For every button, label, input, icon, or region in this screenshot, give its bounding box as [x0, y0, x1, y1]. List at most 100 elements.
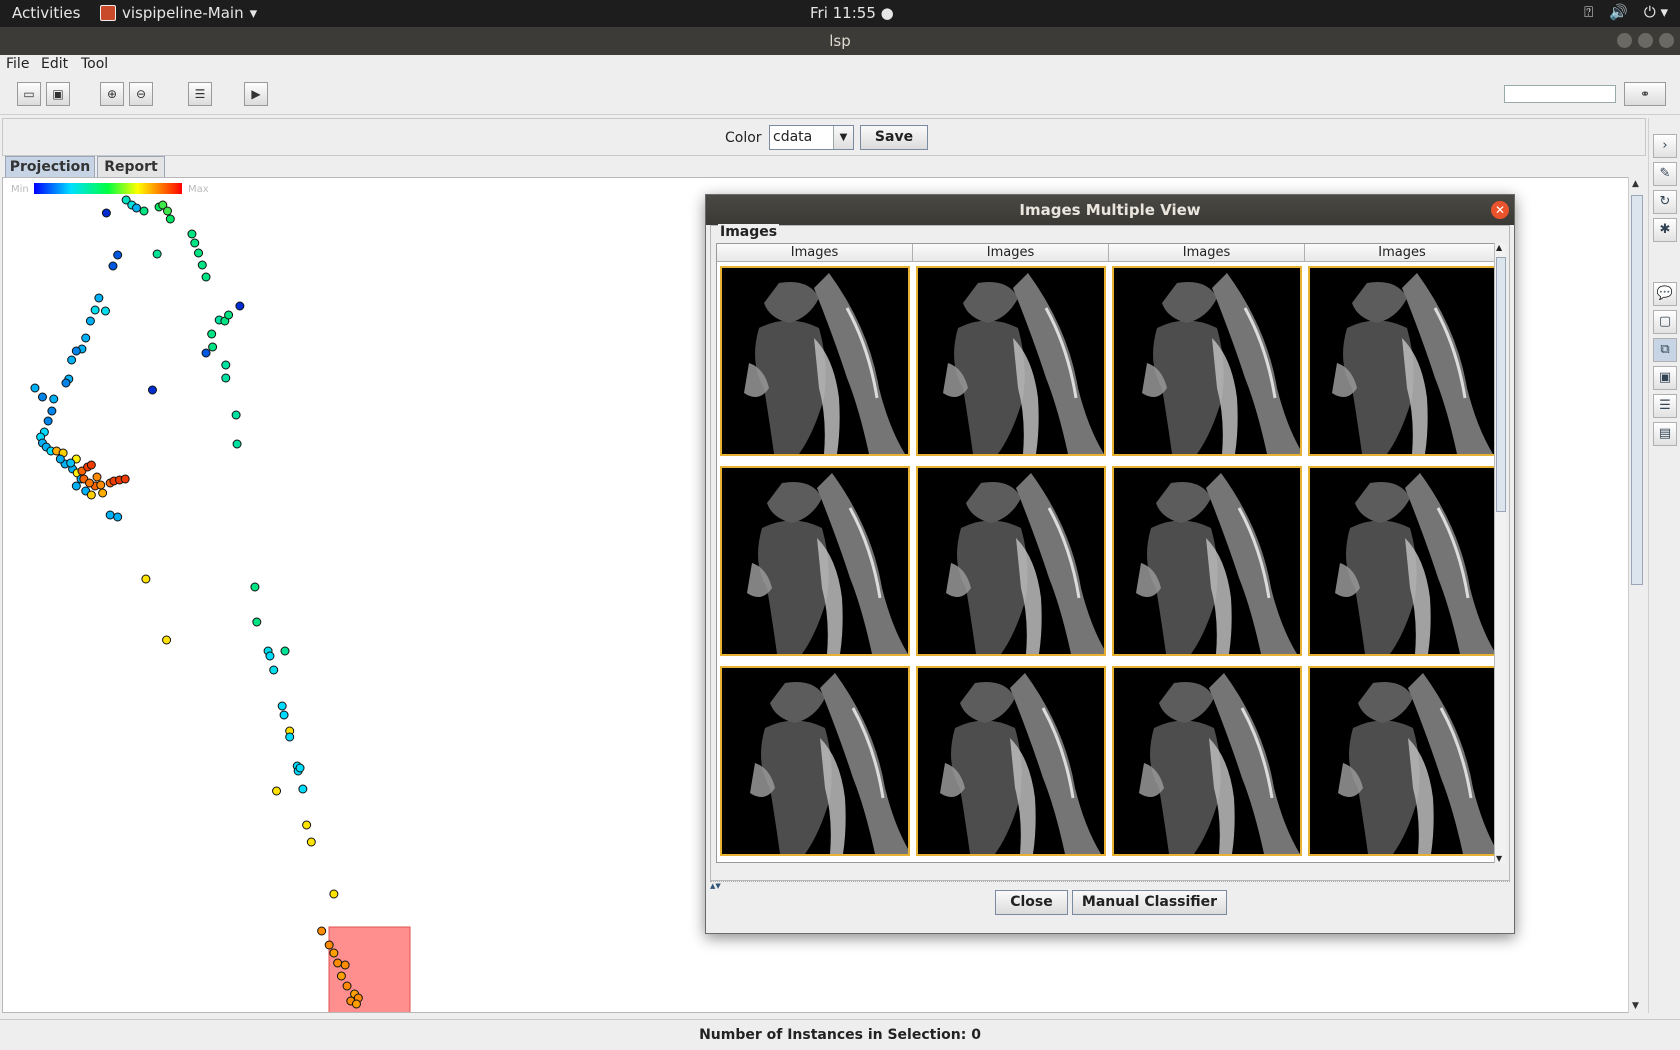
column-header[interactable]: Images	[1109, 244, 1305, 262]
close-window-button[interactable]	[1659, 33, 1674, 48]
data-point[interactable]	[92, 472, 102, 482]
data-point[interactable]	[221, 373, 231, 383]
data-point[interactable]	[37, 392, 47, 402]
data-point[interactable]	[340, 960, 350, 970]
scroll-up-icon[interactable]: ▲	[1632, 179, 1639, 189]
copy-icon[interactable]: ⧉	[1653, 338, 1677, 362]
tab-projection[interactable]: Projection	[5, 156, 95, 177]
data-point[interactable]	[279, 710, 289, 720]
data-point[interactable]	[163, 206, 172, 216]
image-cell[interactable]	[916, 466, 1106, 656]
data-point[interactable]	[272, 786, 282, 796]
data-point[interactable]	[232, 439, 242, 449]
data-point[interactable]	[71, 481, 81, 491]
image-cell[interactable]	[1112, 466, 1302, 656]
image-cell[interactable]	[1308, 266, 1498, 456]
data-point[interactable]	[147, 385, 157, 395]
image-cell[interactable]	[916, 266, 1106, 456]
data-point[interactable]	[108, 261, 118, 271]
column-header[interactable]: Images	[1305, 244, 1498, 262]
selection-rectangle[interactable]	[328, 926, 411, 1013]
image-cell[interactable]	[720, 666, 910, 856]
search-input[interactable]	[1504, 85, 1616, 103]
data-point[interactable]	[336, 971, 346, 981]
data-point[interactable]	[302, 820, 312, 830]
data-point[interactable]	[55, 454, 65, 464]
frame-icon[interactable]: ▢	[1653, 310, 1677, 334]
data-point[interactable]	[269, 665, 279, 675]
zoom-in-icon[interactable]: ⊕	[100, 82, 124, 106]
data-point[interactable]	[98, 488, 108, 498]
comment-icon[interactable]: 💬	[1653, 282, 1677, 306]
data-point[interactable]	[197, 260, 207, 270]
data-point[interactable]	[120, 474, 130, 484]
data-point[interactable]	[295, 763, 305, 773]
data-point[interactable]	[250, 582, 260, 592]
data-point[interactable]	[43, 416, 53, 426]
scrollbar-thumb[interactable]	[1631, 195, 1643, 585]
scrollbar-thumb[interactable]	[1496, 257, 1506, 512]
data-point[interactable]	[329, 889, 339, 899]
data-point[interactable]	[61, 378, 71, 388]
data-point[interactable]	[265, 651, 275, 661]
data-point[interactable]	[94, 293, 104, 303]
data-point[interactable]	[131, 203, 141, 213]
clock[interactable]: Fri 11:55 ●	[810, 4, 894, 22]
manual-classifier-button[interactable]: Manual Classifier	[1072, 890, 1227, 915]
image-cell[interactable]	[720, 466, 910, 656]
image-cell[interactable]	[1112, 666, 1302, 856]
data-point[interactable]	[47, 406, 57, 416]
data-point[interactable]	[113, 250, 123, 260]
play-icon[interactable]: ▶	[244, 82, 268, 106]
close-icon[interactable]: ✕	[1491, 201, 1509, 219]
data-point[interactable]	[100, 306, 110, 316]
open-icon[interactable]: ▭	[17, 82, 41, 106]
data-point[interactable]	[201, 348, 211, 358]
data-point[interactable]	[85, 316, 95, 326]
data-point[interactable]	[165, 214, 175, 224]
star-icon[interactable]: ✱	[1653, 218, 1677, 242]
column-header[interactable]: Images	[913, 244, 1109, 262]
image-cell[interactable]	[916, 666, 1106, 856]
data-point[interactable]	[298, 784, 308, 794]
zoom-out-icon[interactable]: ⊖	[129, 82, 153, 106]
save-icon[interactable]: ▣	[46, 82, 70, 106]
image-cell[interactable]	[720, 266, 910, 456]
data-point[interactable]	[351, 999, 361, 1009]
scroll-down-icon[interactable]: ▼	[1632, 1001, 1639, 1011]
data-point[interactable]	[67, 355, 77, 365]
data-point[interactable]	[231, 410, 241, 420]
data-point[interactable]	[101, 208, 111, 218]
activities-button[interactable]: Activities	[12, 4, 80, 22]
data-point[interactable]	[90, 305, 100, 315]
data-point[interactable]	[317, 926, 327, 936]
data-point[interactable]	[96, 480, 106, 490]
data-point[interactable]	[194, 248, 204, 258]
minimize-button[interactable]	[1617, 33, 1632, 48]
maximize-button[interactable]	[1638, 33, 1653, 48]
data-point[interactable]	[105, 510, 115, 520]
column-header[interactable]: Images	[717, 244, 913, 262]
window-icon[interactable]: ▤	[1653, 422, 1677, 446]
data-point[interactable]	[139, 206, 149, 216]
chevron-right-icon[interactable]: ›	[1653, 134, 1677, 158]
data-point[interactable]	[71, 346, 81, 356]
edit-icon[interactable]: ✎	[1653, 162, 1677, 186]
data-point[interactable]	[224, 310, 234, 320]
data-point[interactable]	[141, 574, 151, 584]
data-point[interactable]	[66, 458, 76, 468]
data-point[interactable]	[208, 342, 218, 352]
data-point[interactable]	[280, 646, 290, 656]
image-cell[interactable]	[1308, 466, 1498, 656]
data-point[interactable]	[329, 948, 339, 958]
data-point[interactable]	[221, 360, 231, 370]
scroll-down-icon[interactable]: ▼	[1496, 854, 1502, 863]
data-point[interactable]	[333, 958, 343, 968]
data-point[interactable]	[30, 383, 40, 393]
refresh-icon[interactable]: ↻	[1653, 190, 1677, 214]
data-point[interactable]	[306, 837, 316, 847]
data-point[interactable]	[84, 478, 94, 488]
data-point[interactable]	[86, 490, 96, 500]
data-point[interactable]	[190, 238, 200, 248]
data-point[interactable]	[252, 617, 262, 627]
